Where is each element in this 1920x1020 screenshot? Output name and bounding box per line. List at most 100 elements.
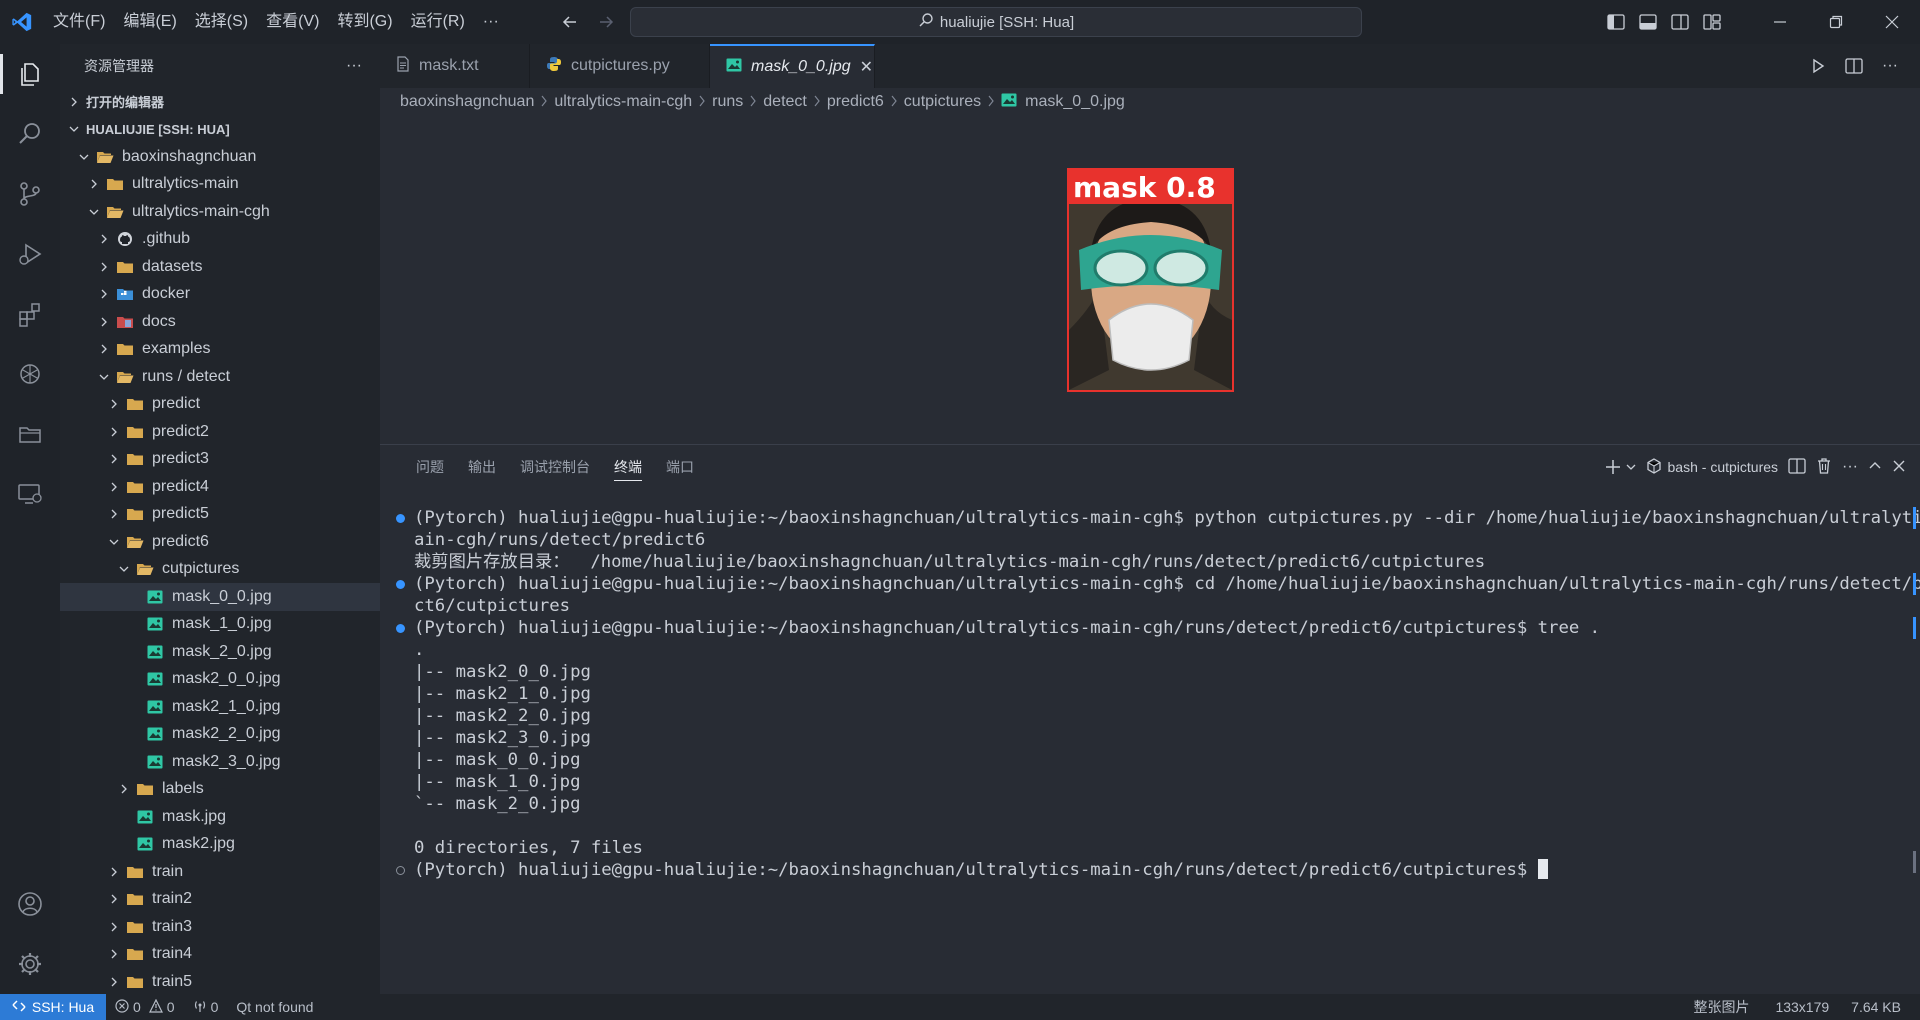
folder-item[interactable]: train4 (60, 941, 380, 969)
folder-item[interactable]: .github (60, 226, 380, 254)
run-file-icon[interactable] (1802, 50, 1834, 82)
folder-item[interactable]: predict3 (60, 446, 380, 474)
panel-more-icon[interactable]: ··· (1842, 458, 1858, 476)
panel-tab[interactable]: 输出 (456, 445, 508, 489)
maximize-panel-chevron-up-icon[interactable] (1868, 459, 1882, 476)
folder-item[interactable]: train3 (60, 913, 380, 941)
split-terminal-icon[interactable] (1788, 457, 1806, 477)
command-center-search[interactable]: hualiujie [SSH: Hua] (630, 7, 1362, 37)
problems-indicator[interactable]: 0 0 (106, 998, 184, 1016)
folder-item[interactable]: predict2 (60, 418, 380, 446)
breadcrumb-item[interactable]: baoxinshagnchuan (400, 93, 534, 111)
explorer-icon[interactable] (0, 44, 60, 104)
toggle-panel-icon[interactable] (1632, 6, 1664, 38)
remote-explorer-icon[interactable] (0, 464, 60, 524)
toggle-primary-sidebar-icon[interactable] (1600, 6, 1632, 38)
tab-cutpictures-py[interactable]: cutpictures.py (530, 44, 710, 88)
close-panel-icon[interactable] (1892, 459, 1906, 476)
menu-item[interactable]: 选择(S) (186, 7, 257, 37)
folder-item[interactable]: predict (60, 391, 380, 419)
extensions-icon[interactable] (0, 284, 60, 344)
kill-terminal-trash-icon[interactable] (1816, 457, 1832, 478)
file-item[interactable]: mask_1_0.jpg (60, 611, 380, 639)
qt-status[interactable]: Qt not found (227, 999, 322, 1015)
panel-tab[interactable]: 问题 (404, 445, 456, 489)
open-editors-section[interactable]: 打开的编辑器 (60, 88, 380, 116)
breadcrumb-item[interactable]: ultralytics-main-cgh (554, 93, 692, 111)
folder-item[interactable]: predict6 (60, 528, 380, 556)
new-terminal-icon[interactable] (1604, 458, 1636, 476)
folder-open-icon (126, 534, 144, 550)
file-item[interactable]: mask2_3_0.jpg (60, 748, 380, 776)
folder-item[interactable]: train5 (60, 968, 380, 994)
search-sidebar-icon[interactable] (0, 104, 60, 164)
command-decoration-dot[interactable] (396, 580, 405, 589)
file-item[interactable]: mask2_2_0.jpg (60, 721, 380, 749)
command-decoration-dot[interactable] (396, 624, 405, 633)
file-item[interactable]: mask_0_0.jpg (60, 583, 380, 611)
back-arrow-icon[interactable] (556, 8, 584, 36)
panel-tab[interactable]: 端口 (654, 445, 706, 489)
image-zoom[interactable]: 整张图片 (1684, 997, 1758, 1017)
folder-item[interactable]: predict4 (60, 473, 380, 501)
ports-indicator[interactable]: 0 (184, 999, 228, 1016)
workspace-section[interactable]: HUALIUJIE [SSH: HUA] (60, 116, 380, 144)
openai-chat-icon[interactable] (0, 344, 60, 404)
breadcrumb-item[interactable]: mask_0_0.jpg (1025, 93, 1125, 111)
toggle-secondary-sidebar-icon[interactable] (1664, 6, 1696, 38)
minimize-icon[interactable] (1752, 0, 1808, 44)
command-decoration-dot[interactable] (396, 514, 405, 523)
menu-item[interactable]: 文件(F) (44, 7, 114, 37)
menu-item[interactable]: 转到(G) (328, 7, 401, 37)
folder-item[interactable]: train2 (60, 886, 380, 914)
folder-item[interactable]: docker (60, 281, 380, 309)
breadcrumb-item[interactable]: cutpictures (904, 93, 981, 111)
panel-tab[interactable]: 终端 (602, 445, 654, 489)
menu-item[interactable]: 编辑(E) (114, 7, 185, 37)
folder-item[interactable]: docs (60, 308, 380, 336)
more-actions-icon[interactable]: ··· (1874, 50, 1906, 82)
folder-item[interactable]: cutpictures (60, 556, 380, 584)
tab-mask-txt[interactable]: mask.txt (380, 44, 530, 88)
terminal-selector[interactable]: bash - cutpictures (1646, 457, 1778, 477)
breadcrumb-item[interactable]: detect (763, 93, 807, 111)
folder-item[interactable]: labels (60, 776, 380, 804)
folder-item[interactable]: train (60, 858, 380, 886)
tab-mask-0-0-jpg[interactable]: mask_0_0.jpg ✕ (710, 44, 875, 88)
file-item[interactable]: mask2.jpg (60, 831, 380, 859)
sidebar-more-button[interactable]: ··· (346, 57, 362, 75)
folder-item[interactable]: predict5 (60, 501, 380, 529)
ports-antenna-icon (193, 999, 207, 1016)
menu-item[interactable]: 运行(R) (402, 7, 474, 37)
folder-panel-icon[interactable] (0, 404, 60, 464)
terminal-output[interactable]: (Pytorch) hualiujie@gpu-hualiujie:~/baox… (390, 507, 1920, 881)
file-item[interactable]: mask2_0_0.jpg (60, 666, 380, 694)
source-control-icon[interactable] (0, 164, 60, 224)
menu-item[interactable]: 查看(V) (257, 7, 328, 37)
folder-item[interactable]: runs / detect (60, 363, 380, 391)
file-item[interactable]: mask2_1_0.jpg (60, 693, 380, 721)
folder-item[interactable]: ultralytics-main (60, 171, 380, 199)
file-item[interactable]: mask_2_0.jpg (60, 638, 380, 666)
customize-layout-icon[interactable] (1696, 6, 1728, 38)
folder-item[interactable]: examples (60, 336, 380, 364)
restore-icon[interactable] (1808, 0, 1864, 44)
folder-item[interactable]: baoxinshagnchuan (60, 143, 380, 171)
folder-item[interactable]: ultralytics-main-cgh (60, 198, 380, 226)
remote-indicator[interactable]: SSH: Hua (0, 994, 106, 1020)
account-icon[interactable] (0, 874, 60, 934)
forward-arrow-icon[interactable] (592, 8, 620, 36)
breadcrumb-item[interactable]: runs (712, 93, 743, 111)
split-editor-icon[interactable] (1838, 50, 1870, 82)
menu-more-button[interactable]: ··· (474, 7, 508, 37)
command-decoration-dot[interactable] (396, 866, 405, 875)
close-window-icon[interactable] (1864, 0, 1920, 44)
file-item[interactable]: mask.jpg (60, 803, 380, 831)
settings-gear-icon[interactable] (0, 934, 60, 994)
folder-item[interactable]: datasets (60, 253, 380, 281)
breadcrumb-item[interactable]: predict6 (827, 93, 884, 111)
run-debug-icon[interactable] (0, 224, 60, 284)
panel-tab[interactable]: 调试控制台 (508, 445, 602, 489)
close-tab-icon[interactable]: ✕ (860, 57, 873, 77)
bottom-panel: 问题 输出 调试控制台 终端 端口 bash - cutpictures ··· (Py… (380, 444, 1920, 994)
